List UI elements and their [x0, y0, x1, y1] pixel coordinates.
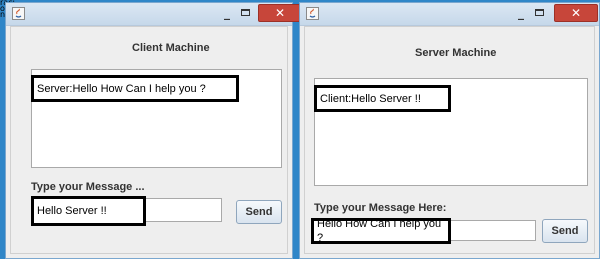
client-heading: Client Machine: [132, 42, 210, 54]
maximize-button[interactable]: [529, 5, 551, 23]
server-received-message: Client:Hello Server !!: [314, 85, 451, 112]
server-window: _ ✕ Server Machine Client:Hello Server !…: [299, 2, 600, 259]
server-message-prompt: Type your Message Here:: [314, 202, 447, 214]
close-button[interactable]: ✕: [554, 4, 598, 22]
server-send-button[interactable]: Send: [542, 219, 588, 243]
server-heading: Server Machine: [415, 47, 497, 59]
server-content-panel: Server Machine Client:Hello Server !! Ty…: [304, 26, 595, 254]
client-content-panel: Client Machine Server:Hello How Can I he…: [10, 26, 288, 254]
client-send-button[interactable]: Send: [236, 200, 282, 224]
client-received-message: Server:Hello How Can I help you ?: [31, 75, 239, 102]
java-app-icon: [12, 7, 25, 20]
close-button[interactable]: ✕: [258, 4, 302, 22]
client-titlebar[interactable]: _ ✕: [6, 3, 302, 26]
server-input-value[interactable]: Hello How Can I help you ?: [311, 218, 451, 244]
client-message-prompt: Type your Message ...: [31, 181, 145, 193]
client-input-value[interactable]: Hello Server !!: [31, 196, 146, 226]
java-app-icon: [306, 7, 319, 20]
server-titlebar[interactable]: _ ✕: [300, 3, 599, 26]
maximize-button[interactable]: [235, 5, 257, 23]
maximize-icon: [535, 9, 544, 16]
maximize-icon: [241, 9, 250, 16]
client-window: _ ✕ Client Machine Server:Hello How Can …: [5, 2, 302, 259]
